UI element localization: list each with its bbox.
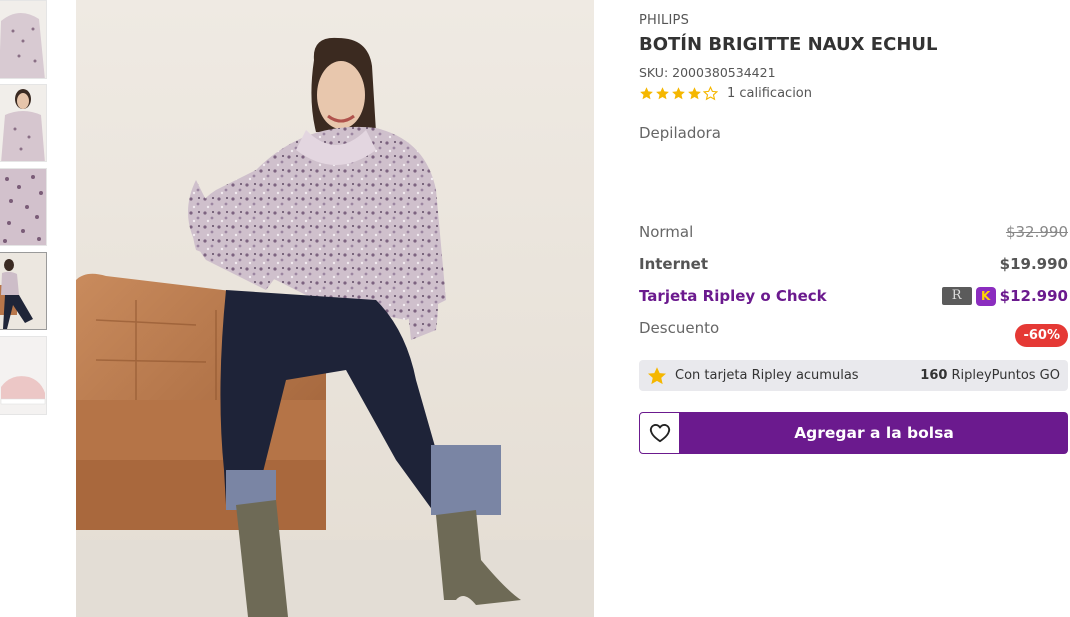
discount-label: Descuento — [639, 319, 720, 337]
price-card-row: Tarjeta Ripley o Check R K $12.990 — [639, 284, 1068, 308]
thumbnail-4[interactable] — [0, 252, 47, 330]
thumbnail-3[interactable] — [0, 168, 47, 246]
discount-row: Descuento -60% — [639, 316, 1068, 347]
rating-stars — [639, 86, 718, 101]
ripley-points-banner: Con tarjeta Ripley acumulas 160 RipleyPun… — [639, 360, 1068, 391]
wishlist-button[interactable] — [639, 412, 680, 454]
points-amount: 160 — [920, 368, 948, 383]
rating-count[interactable]: 1 calificacion — [727, 86, 812, 101]
discount-badge: -60% — [1015, 323, 1068, 347]
price-internet-value: $19.990 — [999, 255, 1068, 273]
star-filled-icon — [672, 87, 685, 100]
price-normal-value: $32.990 — [1005, 223, 1068, 241]
product-description: Depiladora — [639, 124, 721, 142]
star-icon — [648, 366, 666, 384]
thumbnail-2[interactable] — [0, 84, 47, 162]
star-filled-icon — [688, 87, 701, 100]
brand-name[interactable]: PHILIPS — [639, 13, 689, 28]
price-card-value: $12.990 — [999, 287, 1068, 305]
price-card-label: Tarjeta Ripley o Check — [639, 287, 827, 305]
product-photo — [76, 0, 594, 617]
thumbnail-1[interactable] — [0, 0, 47, 79]
star-empty-icon — [703, 86, 718, 101]
star-filled-icon — [656, 87, 669, 100]
thumbnail-5[interactable] — [0, 336, 47, 415]
purchase-actions: Agregar a la bolsa — [639, 412, 1068, 454]
main-product-image[interactable] — [76, 0, 594, 617]
points-unit: RipleyPuntos GO — [951, 368, 1060, 383]
check-card-icon: K — [975, 286, 996, 306]
product-sku: SKU: 2000380534421 — [639, 65, 776, 80]
ripley-card-icon: R — [941, 287, 972, 305]
price-normal-row: Normal $32.990 — [639, 220, 1068, 244]
points-text: Con tarjeta Ripley acumulas — [675, 368, 859, 383]
star-filled-icon — [640, 87, 653, 100]
price-normal-label: Normal — [639, 223, 694, 241]
price-internet-row: Internet $19.990 — [639, 252, 1068, 276]
heart-icon — [649, 424, 670, 443]
product-title: BOTÍN BRIGITTE NAUX ECHUL — [639, 34, 938, 55]
product-rating[interactable]: 1 calificacion — [639, 86, 812, 101]
price-internet-label: Internet — [639, 255, 709, 273]
add-to-bag-button[interactable]: Agregar a la bolsa — [680, 412, 1068, 454]
